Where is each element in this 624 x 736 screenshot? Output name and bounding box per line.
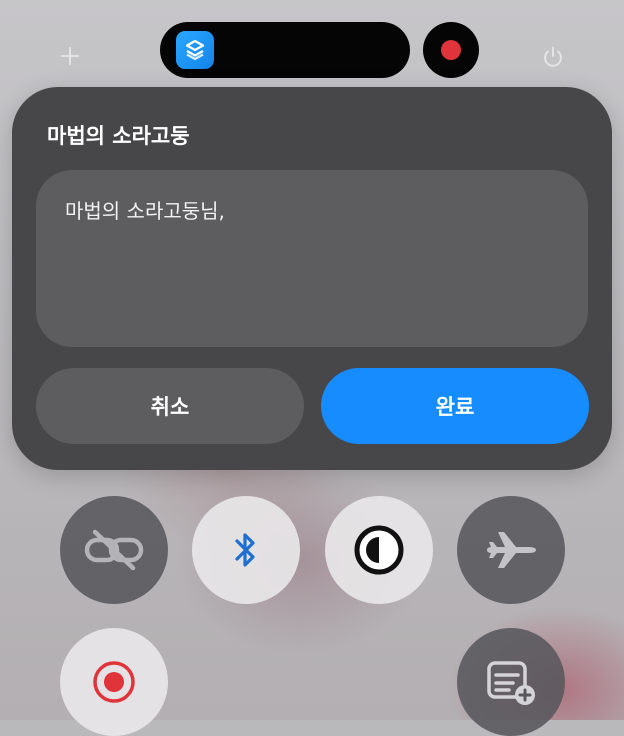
cancel-button[interactable]: 취소	[36, 368, 304, 444]
dynamic-island[interactable]	[160, 22, 410, 78]
shortcuts-icon	[176, 31, 214, 69]
recording-indicator[interactable]	[423, 22, 479, 78]
add-note-icon	[487, 661, 535, 705]
screen-record-icon	[93, 661, 135, 703]
power-icon[interactable]	[540, 44, 566, 70]
dark-mode-button[interactable]	[325, 496, 433, 604]
done-button-label: 완료	[435, 395, 475, 419]
dark-mode-icon	[354, 525, 404, 575]
cancel-button-label: 취소	[150, 395, 190, 419]
bluetooth-button[interactable]	[192, 496, 300, 604]
dialog-title: 마법의 소라고둥	[47, 124, 190, 148]
record-icon	[441, 40, 461, 60]
text-input-value[interactable]: 마법의 소라고둥님,	[65, 195, 225, 224]
airplane-icon	[487, 532, 536, 568]
link-off-icon	[84, 529, 144, 571]
airplane-mode-button[interactable]	[457, 496, 565, 604]
link-toggle-button[interactable]	[60, 496, 168, 604]
done-button[interactable]: 완료	[321, 368, 589, 444]
text-input-field[interactable]: 마법의 소라고둥님,	[36, 170, 588, 347]
plus-icon[interactable]	[58, 44, 82, 68]
bluetooth-icon	[235, 533, 255, 567]
text-input-dialog: 마법의 소라고둥 마법의 소라고둥님, 취소 완료	[12, 87, 612, 470]
